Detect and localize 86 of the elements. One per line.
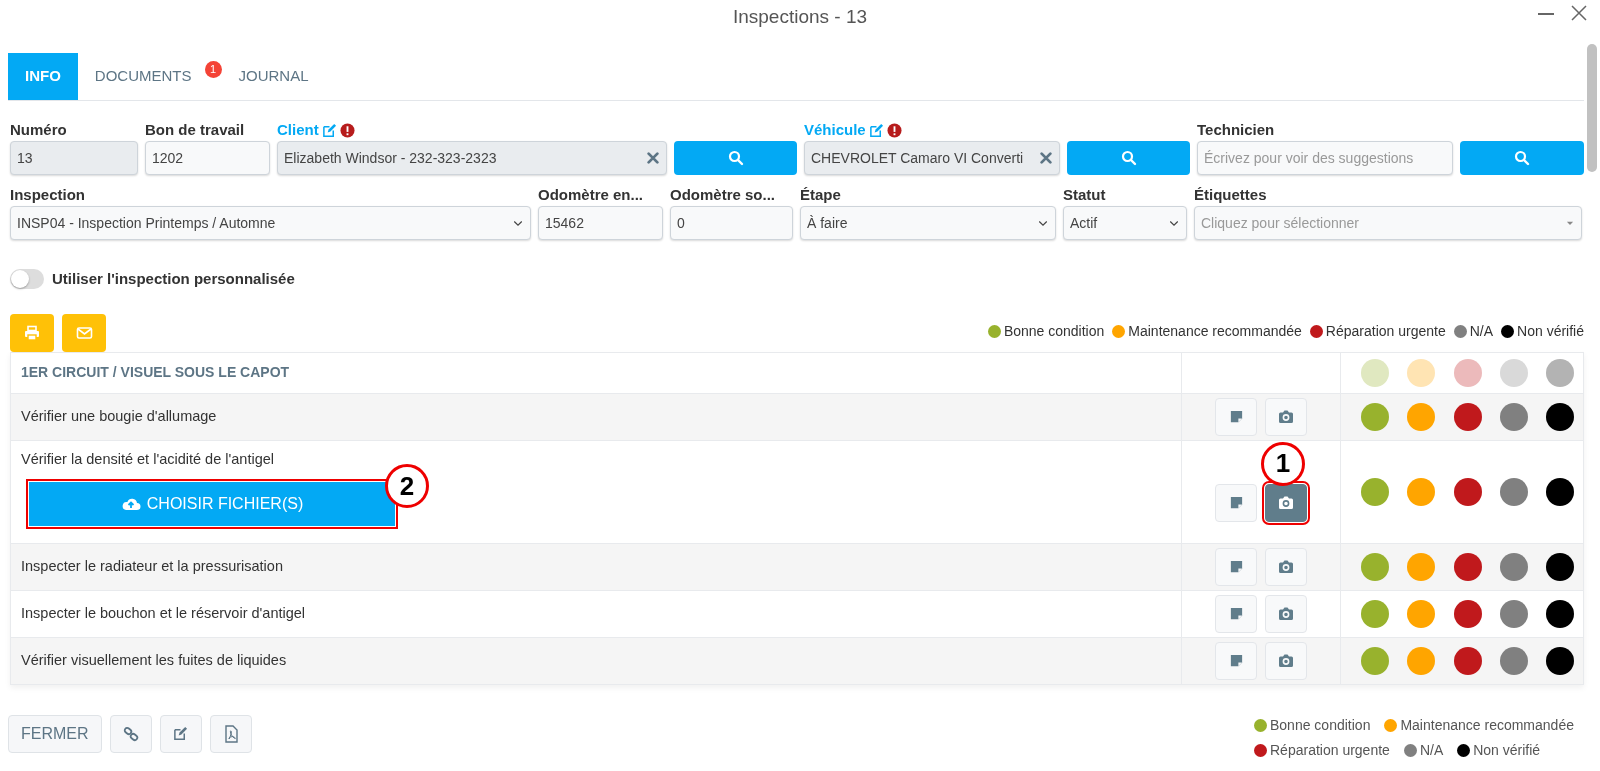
field-label: Étiquettes — [1194, 184, 1267, 205]
note-icon — [1228, 559, 1244, 574]
legend-label: N/A — [1419, 740, 1444, 760]
item-label: Vérifier la densité et l'acidité de l'antigel — [21, 449, 274, 469]
search-icon — [727, 150, 744, 166]
close-button[interactable]: FERMER — [8, 714, 102, 753]
legend-label: Maintenance recommandée — [1128, 321, 1302, 341]
legend-label: Non vérifié — [1473, 740, 1541, 760]
note-icon — [1228, 606, 1244, 621]
legend-label: Non vérifié — [1517, 321, 1584, 341]
note-button[interactable] — [1215, 641, 1257, 680]
text-field[interactable]: 13 — [10, 141, 138, 175]
status-option[interactable] — [1453, 599, 1482, 628]
dropdown[interactable]: Actif — [1063, 206, 1187, 240]
tab[interactable]: JOURNAL — [221, 53, 326, 100]
edit-icon — [321, 122, 337, 138]
note-icon — [1228, 409, 1244, 424]
note-button[interactable] — [1215, 397, 1257, 436]
text-field[interactable]: 0 — [670, 206, 793, 240]
tab[interactable]: DOCUMENTS 1 — [77, 53, 222, 100]
note-icon — [1228, 495, 1244, 510]
printer-icon — [24, 324, 40, 341]
edit-button[interactable] — [159, 714, 202, 753]
legend-label: Bonne condition — [1270, 715, 1371, 735]
pdf-button[interactable] — [209, 714, 252, 753]
section-title: 1ER CIRCUIT / VISUEL SOUS LE CAPOT — [21, 363, 290, 382]
count-badge: 1 — [204, 61, 222, 78]
toggle-label: Utiliser l'inspection personnalisée — [52, 269, 295, 289]
camera-icon — [1277, 652, 1295, 669]
status-option[interactable] — [1546, 599, 1574, 628]
field-label: Technicien — [1197, 119, 1275, 140]
link-icon — [122, 725, 139, 742]
field-label: Odomètre so... — [670, 184, 776, 205]
field-label: Inspection — [10, 184, 85, 205]
envelope-icon — [75, 324, 93, 341]
item-label: Inspecter le bouchon et le réservoir d'antigel — [21, 603, 306, 623]
link-button[interactable] — [109, 714, 152, 753]
camera-icon — [1277, 408, 1295, 425]
dropdown[interactable]: INSP04 - Inspection Printemps / Automne — [10, 206, 531, 240]
dropdown[interactable]: À faire — [800, 206, 1056, 240]
field-label: Étape — [800, 184, 841, 205]
status-option[interactable] — [1546, 402, 1574, 431]
camera-icon — [1277, 558, 1295, 575]
status-option[interactable] — [1546, 646, 1574, 675]
cloud-upload-icon — [120, 496, 141, 513]
legend-label: Réparation urgente — [1325, 321, 1446, 341]
status-option[interactable] — [1546, 477, 1574, 506]
pdf-file-icon — [222, 724, 239, 743]
note-button[interactable] — [1215, 594, 1257, 633]
field-label: Bon de travail — [145, 119, 245, 140]
field-label: Statut — [1063, 184, 1106, 205]
camera-button[interactable] — [1265, 483, 1307, 522]
lookup-field[interactable]: CHEVROLET Camaro VI Converti — [804, 141, 1060, 175]
text-field[interactable]: 1202 — [145, 141, 270, 175]
warning-icon — [339, 122, 355, 138]
item-label: Vérifier visuellement les fuites de liquides — [21, 650, 287, 670]
edit-icon — [868, 122, 884, 138]
text-field[interactable]: 15462 — [538, 206, 663, 240]
close-icon — [1570, 4, 1588, 22]
legend-label: Réparation urgente — [1270, 740, 1390, 760]
field-label: Numéro — [10, 119, 67, 140]
camera-icon — [1277, 494, 1295, 511]
callout-marker: 2 — [385, 464, 429, 509]
search-icon — [1514, 150, 1530, 166]
item-label: Inspecter le radiateur et la pressurisation — [21, 556, 283, 576]
legend-label: N/A — [1469, 321, 1494, 341]
camera-icon — [1277, 605, 1295, 622]
clear-icon — [1039, 151, 1053, 165]
item-label: Vérifier une bougie d'allumage — [21, 406, 217, 426]
status-option[interactable] — [1546, 552, 1574, 581]
note-button[interactable] — [1215, 483, 1257, 522]
edit-icon — [173, 726, 189, 741]
field-label: Odomètre en... — [538, 184, 644, 205]
note-icon — [1228, 653, 1244, 668]
lookup-field[interactable]: Elizabeth Windsor - 232-323-2323 — [277, 141, 667, 175]
search-icon — [1120, 150, 1137, 166]
clear-icon — [646, 151, 660, 165]
legend-label: Bonne condition — [1003, 321, 1105, 341]
legend-label: Maintenance recommandée — [1400, 715, 1574, 735]
callout-marker: 1 — [1261, 441, 1305, 486]
toggle-switch[interactable] — [10, 269, 44, 290]
note-button[interactable] — [1215, 547, 1257, 586]
scrollbar-thumb[interactable] — [1587, 44, 1597, 172]
warning-icon — [886, 122, 902, 138]
status-option[interactable] — [1453, 477, 1482, 506]
window-title: Inspections - 13 — [732, 4, 868, 29]
